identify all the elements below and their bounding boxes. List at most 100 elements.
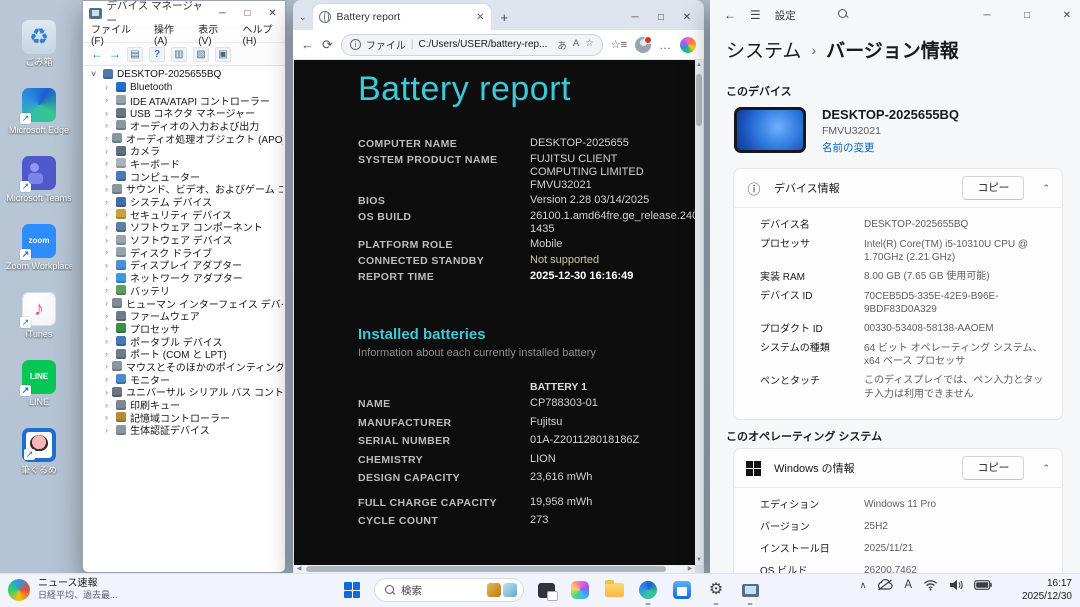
menu-item[interactable]: 操作(A) [154, 21, 186, 47]
favorite-star-icon[interactable]: ☆ [585, 38, 594, 52]
browser-tab[interactable]: Battery report ✕ [313, 4, 491, 30]
chevron-right-icon[interactable]: › [105, 146, 112, 156]
chevron-right-icon[interactable]: › [105, 184, 108, 194]
device-tree-item[interactable]: › オーディオ処理オブジェクト (APO) [85, 132, 283, 145]
chevron-right-icon[interactable]: › [105, 285, 112, 295]
device-tree-root[interactable]: ˅ DESKTOP-2025655BQ [85, 67, 283, 81]
maximize-button[interactable]: □ [1014, 0, 1040, 30]
device-info-card-header[interactable]: ⓘ デバイス情報 コピー ⌃ [734, 169, 1062, 207]
chevron-right-icon[interactable]: › [105, 133, 108, 143]
chevron-right-icon[interactable]: › [105, 209, 112, 219]
chevron-up-icon[interactable]: ⌃ [1042, 463, 1050, 474]
scroll-down-icon[interactable]: ▼ [695, 555, 703, 565]
chevron-right-icon[interactable]: › [105, 158, 112, 168]
settings-titlebar[interactable]: ← ☰ 設定 ─ □ ✕ [710, 0, 1080, 30]
copilot-icon[interactable] [680, 37, 696, 53]
settings-button[interactable]: ⚙ [704, 578, 728, 602]
scan-hardware-icon[interactable]: ▧ [193, 47, 209, 62]
new-tab-button[interactable]: + [501, 10, 509, 25]
chevron-right-icon[interactable]: › [105, 222, 112, 232]
volume-icon[interactable] [949, 579, 963, 591]
desktop-icon[interactable]: ↗ Microsoft Edge [6, 88, 72, 135]
chevron-up-icon[interactable]: ⌃ [1042, 183, 1050, 194]
remote-computer-icon[interactable]: ▣ [215, 47, 231, 62]
chevron-right-icon[interactable]: › [105, 197, 112, 207]
help-icon[interactable]: ? [149, 47, 165, 62]
chevron-right-icon[interactable]: › [105, 247, 112, 257]
chevron-right-icon[interactable]: › [105, 374, 112, 384]
ime-mode-indicator[interactable]: A [904, 579, 912, 591]
back-icon[interactable]: ← [91, 47, 103, 61]
profile-avatar[interactable] [635, 37, 651, 53]
battery-icon[interactable] [974, 580, 992, 590]
refresh-icon[interactable]: ⟳ [322, 37, 333, 53]
device-tree-item[interactable]: › ユニバーサル シリアル バス コントローラー [85, 386, 283, 399]
device-tree-item[interactable]: › ネットワーク アダプター [85, 271, 283, 284]
close-button[interactable]: ✕ [1054, 0, 1080, 30]
desktop-icon[interactable]: ↗ Microsoft Teams [6, 156, 72, 203]
chevron-right-icon[interactable]: › [105, 235, 112, 245]
collections-icon[interactable]: ☆≡ [611, 38, 627, 51]
hamburger-menu-icon[interactable]: ☰ [750, 8, 761, 22]
chevron-right-icon[interactable]: › [105, 171, 112, 181]
chevron-right-icon[interactable]: › [105, 120, 112, 130]
widgets-button[interactable]: ニュース速報 日経平均、過去最... [8, 578, 118, 601]
chevron-right-icon[interactable]: › [105, 95, 112, 105]
translate-icon[interactable]: あ [557, 38, 567, 52]
task-view-button[interactable] [534, 578, 558, 602]
console-window-icon[interactable]: ▤ [127, 47, 143, 62]
scrollbar-thumb[interactable] [696, 74, 702, 126]
chevron-right-icon[interactable]: › [105, 349, 112, 359]
scroll-right-icon[interactable]: ▶ [685, 565, 695, 573]
tab-close-icon[interactable]: ✕ [476, 12, 484, 23]
scroll-left-icon[interactable]: ◀ [294, 565, 304, 573]
copy-button[interactable]: コピー [962, 176, 1024, 200]
scrollbar-thumb[interactable] [306, 566, 666, 572]
back-icon[interactable]: ← [724, 8, 736, 22]
menu-item[interactable]: 表示(V) [198, 21, 230, 47]
chevron-right-icon[interactable]: › [105, 260, 112, 270]
chevron-right-icon[interactable]: › [105, 82, 112, 92]
chevron-right-icon[interactable]: › [105, 425, 112, 435]
desktop-icon[interactable]: ↗ 筆ぐるめ [6, 428, 72, 475]
file-explorer-button[interactable] [602, 578, 626, 602]
copy-button[interactable]: コピー [962, 456, 1024, 480]
chevron-right-icon[interactable]: › [105, 361, 108, 371]
edge-button[interactable] [636, 578, 660, 602]
chevron-right-icon[interactable]: › [105, 108, 112, 118]
device-manager-button[interactable] [738, 578, 762, 602]
address-bar[interactable]: i ファイル | C:/Users/USER/battery-rep... あ … [341, 34, 603, 56]
chevron-right-icon[interactable]: › [105, 400, 112, 410]
maximize-button[interactable]: □ [648, 4, 674, 30]
chevron-right-icon[interactable]: › [105, 336, 112, 346]
breadcrumb-parent[interactable]: システム [726, 36, 801, 63]
scroll-up-icon[interactable]: ▲ [695, 60, 703, 70]
forward-icon[interactable]: → [109, 47, 121, 61]
vertical-scrollbar[interactable]: ▲ ▼ [695, 60, 703, 565]
close-button[interactable]: ✕ [674, 4, 700, 30]
chevron-right-icon[interactable]: › [105, 387, 108, 397]
horizontal-scrollbar[interactable]: ◀ ▶ [294, 565, 695, 573]
store-button[interactable] [670, 578, 694, 602]
copilot-button[interactable] [568, 578, 592, 602]
onedrive-paused-icon[interactable] [877, 579, 893, 591]
device-tree-item[interactable]: › ファームウェア [85, 309, 283, 322]
taskbar-search[interactable]: 検索 [374, 578, 524, 602]
page-info-icon[interactable]: i [350, 39, 361, 50]
chevron-right-icon[interactable]: › [105, 298, 108, 308]
minimize-button[interactable]: ─ [974, 0, 1000, 30]
desktop-icon[interactable]: zoom ↗ Zoom Workplace [6, 224, 72, 271]
clock[interactable]: 16:17 2025/12/30 [1022, 577, 1072, 603]
device-tree-item[interactable]: › カメラ [85, 144, 283, 157]
back-icon[interactable]: ← [301, 37, 314, 52]
menu-item[interactable]: ヘルプ(H) [243, 21, 285, 47]
device-tree-item[interactable]: › マウスとそのほかのポインティング デバイス [85, 360, 283, 373]
tab-actions-icon[interactable]: ⌄ [299, 12, 307, 23]
menu-item[interactable]: ファイル(F) [91, 21, 142, 47]
chevron-right-icon[interactable]: › [105, 412, 112, 422]
search-highlight-images[interactable] [487, 583, 517, 597]
desktop-icon[interactable]: ♻ ごみ箱 [6, 20, 72, 67]
desktop-icon[interactable]: ♪ ↗ iTunes [6, 292, 72, 339]
chevron-down-icon[interactable]: ˅ [91, 69, 99, 79]
minimize-button[interactable]: ─ [622, 4, 648, 30]
